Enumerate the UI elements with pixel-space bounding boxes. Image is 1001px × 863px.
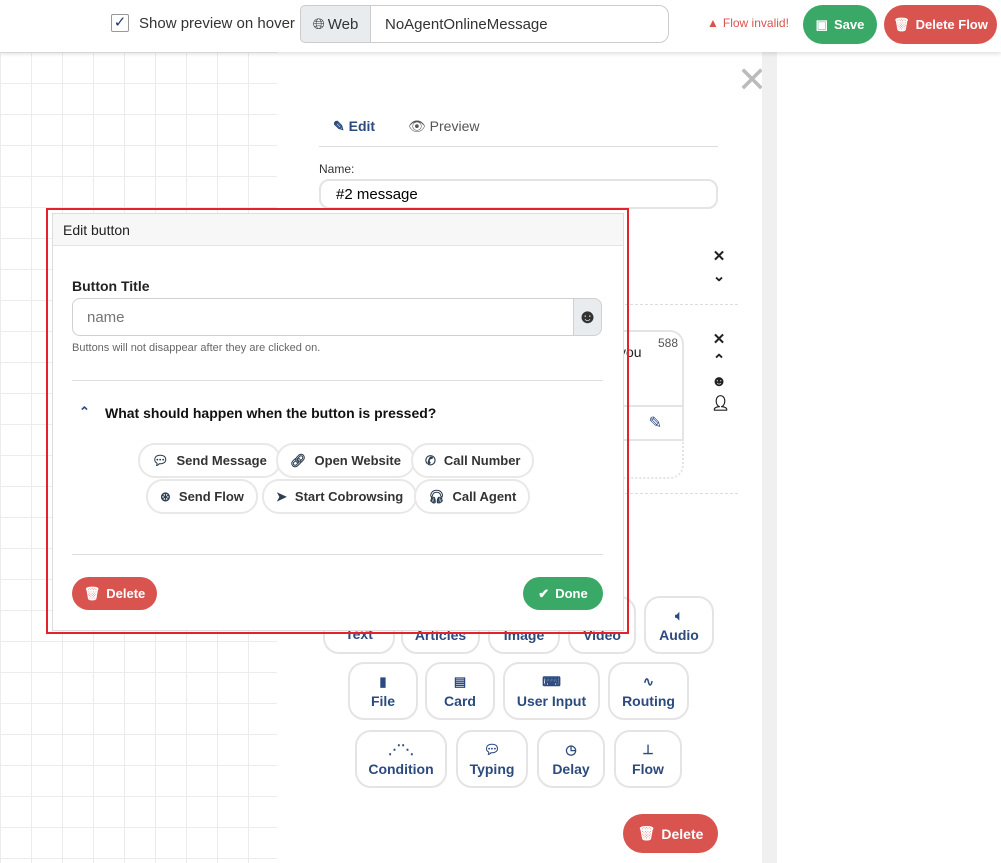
action-open-website[interactable]: 🔗︎ Open Website bbox=[276, 443, 415, 478]
action-call-number[interactable]: ✆ Call Number bbox=[411, 443, 535, 478]
action-send-message[interactable]: 💬︎ Send Message bbox=[138, 443, 281, 478]
delete-node-button[interactable]: 🗑︎ Delete bbox=[623, 814, 718, 853]
delete-label: Delete bbox=[106, 586, 146, 601]
flow-name-input[interactable] bbox=[370, 5, 669, 43]
chevron-up-icon[interactable]: ⌃ bbox=[711, 351, 727, 369]
done-label: Done bbox=[555, 586, 588, 601]
tab-edit[interactable]: ✎ Edit bbox=[333, 118, 375, 135]
eye-icon: 👁︎ bbox=[408, 118, 426, 134]
delete-flow-button[interactable]: 🗑︎ Delete Flow bbox=[884, 5, 997, 44]
block-delay[interactable]: ◷ Delay bbox=[537, 730, 605, 788]
divider bbox=[319, 146, 718, 147]
block-label: Routing bbox=[622, 692, 675, 709]
headset-icon: 🎧︎ bbox=[428, 488, 445, 504]
block-flow[interactable]: ⊥ Flow bbox=[614, 730, 682, 788]
save-icon: ▣ bbox=[815, 16, 828, 32]
block-condition[interactable]: ⋰⋱ Condition bbox=[355, 730, 447, 788]
block-file[interactable]: ▮ File bbox=[348, 662, 418, 720]
warning-icon: ▲ bbox=[707, 16, 719, 30]
block-user-input[interactable]: ⌨ User Input bbox=[503, 662, 600, 720]
tab-preview[interactable]: 👁︎ Preview bbox=[408, 118, 479, 135]
remove-icon[interactable]: ✕ bbox=[711, 247, 727, 265]
char-counter: 588 bbox=[657, 336, 678, 350]
block-label: User Input bbox=[516, 692, 587, 709]
divider bbox=[72, 380, 603, 381]
show-preview-label: Show preview on hover bbox=[139, 15, 295, 32]
pointer-icon: ➤ bbox=[276, 488, 287, 504]
name-label: Name: bbox=[319, 162, 355, 176]
block-label: File bbox=[370, 692, 396, 709]
tab-preview-label: Preview bbox=[429, 118, 480, 134]
name-input[interactable] bbox=[319, 179, 718, 209]
action-label: Send Message bbox=[176, 453, 267, 468]
keyboard-icon: ⌨ bbox=[542, 673, 561, 689]
action-call-agent[interactable]: 🎧︎ Call Agent bbox=[414, 479, 531, 514]
flow-icon: ⊛ bbox=[160, 488, 171, 504]
sitemap-icon: ⊥ bbox=[642, 741, 654, 757]
block-audio[interactable]: 🔈︎ Audio bbox=[644, 596, 714, 654]
emoji-picker-button[interactable]: ☻ bbox=[573, 298, 602, 336]
action-label: Send Flow bbox=[178, 489, 244, 504]
globe-icon: 🌐︎ bbox=[312, 15, 325, 33]
user-dropdown-icon[interactable]: 👤︎ bbox=[711, 394, 730, 412]
collapse-chevron-up-icon[interactable]: ⌃ bbox=[79, 404, 90, 420]
volume-icon: 🔈︎ bbox=[675, 607, 683, 623]
block-label: Condition bbox=[368, 760, 434, 777]
divider bbox=[72, 554, 603, 555]
show-preview-checkbox[interactable]: ✓ bbox=[111, 14, 129, 32]
block-typing[interactable]: 💬︎ Typing bbox=[456, 730, 528, 788]
flow-status: ▲ Flow invalid! bbox=[707, 16, 789, 30]
channel-label: Web bbox=[327, 15, 359, 33]
trash-icon: 🗑︎ bbox=[83, 585, 101, 601]
action-section-title[interactable]: What should happen when the button is pr… bbox=[105, 405, 436, 421]
flow-status-text: Flow invalid! bbox=[722, 16, 789, 30]
modal-title: Edit button bbox=[53, 214, 623, 246]
action-label: Open Website bbox=[314, 453, 401, 468]
clock-icon: ◷ bbox=[565, 741, 577, 757]
route-icon: ∿ bbox=[643, 673, 654, 689]
check-icon: ✔ bbox=[538, 585, 550, 601]
edit-button-modal: Edit button Button Title ☻ Buttons will … bbox=[52, 213, 624, 631]
emoji-icon: ☻ bbox=[576, 305, 599, 328]
block-card[interactable]: ▤ Card bbox=[425, 662, 495, 720]
chevron-down-icon[interactable]: ⌄ bbox=[711, 267, 727, 285]
channel-select[interactable]: 🌐︎ Web bbox=[300, 5, 371, 43]
action-label: Call Number bbox=[443, 453, 521, 468]
remove-icon[interactable]: ✕ bbox=[711, 330, 727, 348]
block-label: Typing bbox=[469, 760, 515, 777]
block-routing[interactable]: ∿ Routing bbox=[608, 662, 689, 720]
emoji-icon[interactable]: ☻ bbox=[711, 373, 727, 390]
phone-icon: ✆ bbox=[425, 452, 436, 468]
button-title-label: Button Title bbox=[72, 278, 150, 294]
save-button[interactable]: ▣ Save bbox=[803, 5, 877, 44]
help-text: Buttons will not disappear after they ar… bbox=[72, 342, 321, 354]
block-label: Audio bbox=[659, 626, 699, 643]
action-send-flow[interactable]: ⊛ Send Flow bbox=[146, 479, 258, 514]
tab-edit-label: Edit bbox=[348, 118, 376, 134]
save-label: Save bbox=[833, 17, 865, 32]
block-label: Delay bbox=[552, 760, 590, 777]
trash-icon: 🗑︎ bbox=[893, 16, 910, 32]
trash-icon: 🗑︎ bbox=[637, 825, 656, 841]
action-label: Start Cobrowsing bbox=[294, 489, 404, 504]
done-button[interactable]: ✔ Done bbox=[523, 577, 603, 610]
delete-label: Delete bbox=[661, 825, 704, 842]
comment-icon: 💬︎ bbox=[152, 452, 169, 468]
condition-icon: ⋰⋱ bbox=[388, 741, 414, 757]
button-title-input[interactable] bbox=[72, 298, 574, 336]
block-label: Flow bbox=[632, 760, 664, 777]
link-icon: 🔗︎ bbox=[290, 452, 307, 468]
id-card-icon: ▤ bbox=[453, 673, 467, 689]
top-toolbar: ✓ Show preview on hover 🌐︎Web ▲Flow inva… bbox=[0, 0, 1001, 52]
delete-flow-label: Delete Flow bbox=[915, 17, 988, 32]
action-start-cobrowsing[interactable]: ➤ Start Cobrowsing bbox=[262, 479, 418, 514]
file-icon: ▮ bbox=[379, 673, 387, 689]
delete-button[interactable]: 🗑︎ Delete bbox=[72, 577, 157, 610]
comment-dots-icon: 💬︎ bbox=[483, 741, 501, 757]
edit-icon[interactable]: ✎ bbox=[649, 413, 662, 433]
action-label: Call Agent bbox=[452, 489, 517, 504]
panel-scrollbar[interactable] bbox=[762, 52, 777, 863]
block-label: Card bbox=[444, 692, 476, 709]
